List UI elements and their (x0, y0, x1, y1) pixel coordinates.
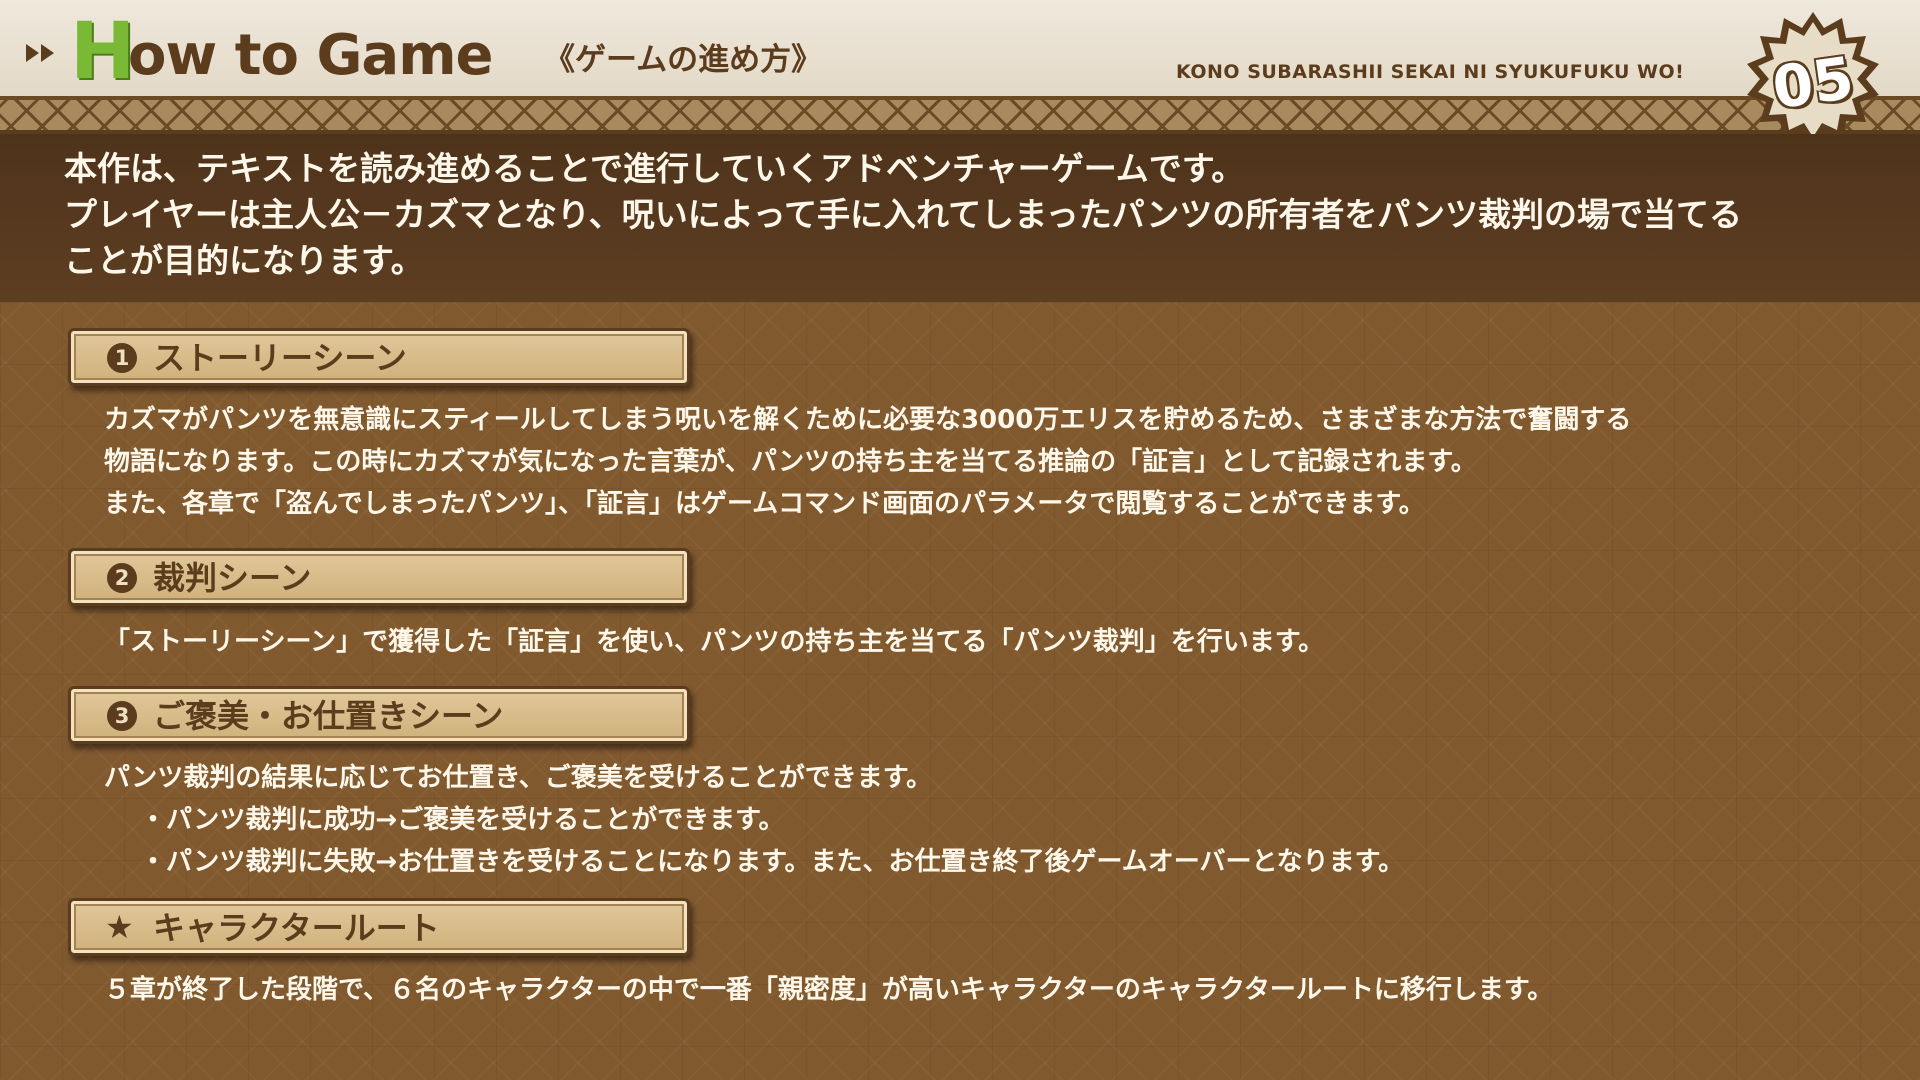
section-text: パンツ裁判の結果に応じてお仕置き、ご褒美を受けることができます。 (104, 763, 933, 793)
section-title: ストーリーシーン (153, 339, 407, 377)
section-number: 2 (107, 563, 137, 593)
intro-line: ことが目的になります。 (64, 241, 424, 280)
section-title: ご褒美・お仕置きシーン (153, 697, 504, 735)
page-title: ow to Game (128, 23, 494, 88)
tribal-border-divider (0, 96, 1920, 134)
section-title: 裁判シーン (153, 559, 312, 597)
intro-line: 本作は、テキストを読み進めることで進行していくアドベンチャーゲームです。 (64, 149, 1245, 188)
section-number: 1 (107, 343, 137, 373)
bullet-item: パンツ裁判に失敗→お仕置きを受けることになります。また、お仕置き終了後ゲームオー… (140, 842, 1404, 882)
intro-panel: 本作は、テキストを読み進めることで進行していくアドベンチャーゲームです。 プレイ… (0, 134, 1920, 302)
game-title-en: KONO SUBARASHII SEKAI NI SYUKUFUKU WO! (1176, 61, 1685, 83)
page-title-jp: 《ゲームの進め方》 (544, 42, 823, 78)
section-text: また、各章で「盗んでしまったパンツ」、「証言」はゲームコマンド画面のパラメータで… (104, 489, 1425, 519)
double-arrow-icon (26, 44, 54, 62)
page-header: H ow to Game 《ゲームの進め方》 KONO SUBARASHII S… (0, 0, 1920, 96)
section-text: ５章が終了した段階で、６名のキャラクターの中で一番「親密度」が高いキャラクターの… (104, 975, 1554, 1005)
section-heading-story: 1 ストーリーシーン (68, 328, 690, 386)
title-initial: H (70, 7, 136, 97)
star-icon: ★ (105, 908, 134, 946)
section-text: 物語になります。この時にカズマが気になった言葉が、パンツの持ち主を当てる推論の「… (104, 447, 1477, 477)
section-text: 「ストーリーシーン」で獲得した「証言」を使い、パンツの持ち主を当てる「パンツ裁判… (104, 627, 1325, 657)
section-heading-trial: 2 裁判シーン (68, 548, 690, 606)
main-content: 1 ストーリーシーン カズマがパンツを無意識にスティールしてしまう呪いを解くため… (0, 302, 1920, 1080)
section-number: 3 (107, 701, 137, 731)
section-title: キャラクタールート (153, 909, 440, 947)
intro-line: プレイヤーは主人公－カズマとなり、呪いによって手に入れてしまったパンツの所有者を… (64, 195, 1743, 234)
bullet-item: パンツ裁判に成功→ご褒美を受けることができます。 (140, 800, 785, 840)
section-heading-reward: 3 ご褒美・お仕置きシーン (68, 686, 690, 744)
section-heading-character-route: ★ キャラクタールート (68, 898, 690, 956)
section-text: カズマがパンツを無意識にスティールしてしまう呪いを解くために必要な3000万エリ… (104, 405, 1632, 435)
